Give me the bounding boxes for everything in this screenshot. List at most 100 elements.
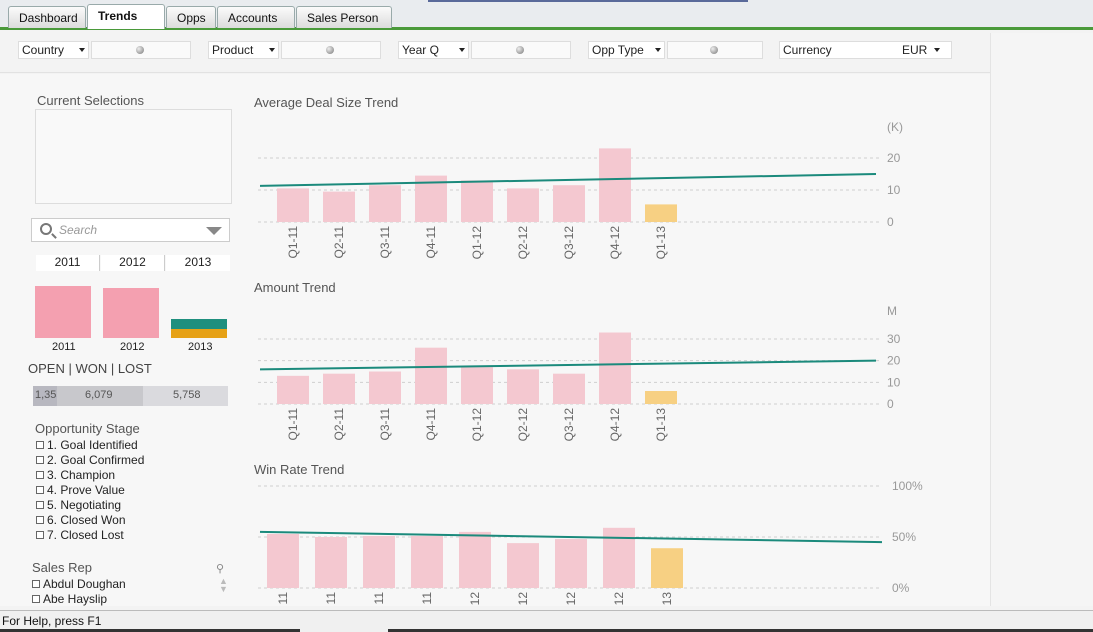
y-tick-label: 0% (892, 581, 910, 595)
x-tick-label: 13 (660, 592, 674, 606)
bar (323, 191, 355, 222)
year-q-dropdown[interactable]: Year Q (398, 41, 469, 59)
y-tick-label: 50% (892, 530, 916, 544)
bar (651, 548, 683, 588)
tab-sales-person[interactable]: Sales Person (296, 6, 392, 28)
country-dropdown[interactable]: Country (18, 41, 89, 59)
bar (553, 373, 585, 404)
indicator-icon (710, 46, 719, 54)
bar (599, 148, 631, 222)
bar (461, 367, 493, 404)
chart-title: Win Rate Trend (254, 462, 344, 477)
x-tick-label: Q3-11 (378, 226, 392, 259)
trend-charts: Average Deal Size Trend (K) 20 10 0 Q1-11 Q2-1… (254, 95, 923, 606)
x-tick-label: 12 (516, 592, 530, 606)
x-tick-label: 11 (372, 592, 386, 605)
indicator-icon (136, 46, 145, 54)
trend-line (259, 359, 877, 371)
bar (411, 535, 443, 588)
x-tick-label: Q4-11 (424, 408, 438, 441)
bar (459, 531, 491, 588)
dropdown-arrow-icon (934, 48, 940, 52)
x-tick-label: Q4-12 (608, 408, 622, 442)
bar (363, 535, 395, 588)
x-tick-label: 11 (324, 592, 338, 605)
x-tick-label: 11 (276, 592, 290, 605)
y-tick-label: 20 (887, 354, 901, 368)
currency-label: Currency (783, 43, 832, 57)
product-label: Product (212, 43, 254, 57)
bar (277, 375, 309, 404)
country-value-field[interactable] (91, 41, 191, 59)
tab-trends[interactable]: Trends (87, 4, 165, 29)
status-bar: For Help, press F1 (0, 610, 1093, 632)
x-tick-label: Q2-11 (332, 408, 346, 441)
x-tick-label: 12 (564, 592, 578, 606)
dropdown-arrow-icon (269, 48, 275, 52)
y-tick-label: 10 (887, 183, 901, 197)
tab-bar: Dashboard Trends Opps Accounts Sales Per… (0, 0, 1093, 30)
dropdown-arrow-icon (79, 48, 85, 52)
y-tick-label: 30 (887, 332, 901, 346)
y-tick-label: 0 (887, 397, 894, 411)
bar (369, 185, 401, 222)
bar (645, 391, 677, 404)
opp-type-dropdown[interactable]: Opp Type (588, 41, 665, 59)
bar (323, 373, 355, 404)
chart-unit-label: M (887, 304, 897, 318)
bar (599, 332, 631, 404)
x-tick-label: 12 (612, 592, 626, 606)
chart-title: Amount Trend (254, 280, 336, 295)
year-q-value-field[interactable] (471, 41, 571, 59)
indicator-icon (516, 46, 525, 54)
x-tick-label: Q1-12 (470, 226, 484, 260)
x-tick-label: Q3-11 (378, 408, 392, 441)
chart-title: Average Deal Size Trend (254, 95, 398, 110)
bar (507, 543, 539, 588)
y-tick-label: 20 (887, 151, 901, 165)
country-label: Country (22, 43, 65, 57)
tab-dashboard[interactable]: Dashboard (8, 6, 86, 28)
x-tick-label: Q1-13 (654, 408, 668, 442)
bar (507, 369, 539, 404)
product-dropdown[interactable]: Product (208, 41, 279, 59)
status-text: For Help, press F1 (2, 614, 102, 628)
bar (415, 347, 447, 404)
bar (369, 371, 401, 404)
bar (461, 180, 493, 222)
dropdown-arrow-icon (459, 48, 465, 52)
indicator-icon (326, 46, 335, 54)
y-tick-label: 0 (887, 215, 894, 229)
x-tick-label: Q1-11 (286, 408, 300, 441)
chart-unit-label: (K) (887, 120, 903, 134)
year-q-label: Year Q (402, 43, 439, 57)
x-tick-label: Q4-12 (608, 226, 622, 260)
bar (267, 533, 299, 588)
y-tick-label: 10 (887, 375, 901, 389)
opp-type-value-field[interactable] (667, 41, 763, 59)
dropdown-arrow-icon (655, 48, 661, 52)
x-tick-label: Q2-11 (332, 226, 346, 259)
bar (277, 188, 309, 222)
x-tick-label: Q3-12 (562, 408, 576, 442)
tab-accounts[interactable]: Accounts (217, 6, 295, 28)
bar (555, 539, 587, 588)
x-tick-label: Q1-11 (286, 226, 300, 259)
filter-bar: Country Product Year Q Opp Type Currency… (0, 33, 990, 73)
bar (507, 188, 539, 222)
x-tick-label: Q1-12 (470, 408, 484, 442)
x-tick-label: Q3-12 (562, 226, 576, 260)
x-tick-label: 11 (420, 592, 434, 605)
x-tick-label: Q2-12 (516, 408, 530, 442)
window-strip (428, 0, 748, 2)
right-pane (990, 33, 1093, 606)
main-area: Current Selections Search 2011 2012 2013… (0, 74, 990, 606)
opp-type-label: Opp Type (592, 43, 644, 57)
tab-opps[interactable]: Opps (166, 6, 216, 28)
trend-line (259, 173, 877, 187)
product-value-field[interactable] (281, 41, 381, 59)
bar (315, 537, 347, 588)
x-tick-label: Q2-12 (516, 226, 530, 260)
bar (645, 204, 677, 222)
currency-dropdown[interactable]: Currency EUR (779, 41, 952, 59)
